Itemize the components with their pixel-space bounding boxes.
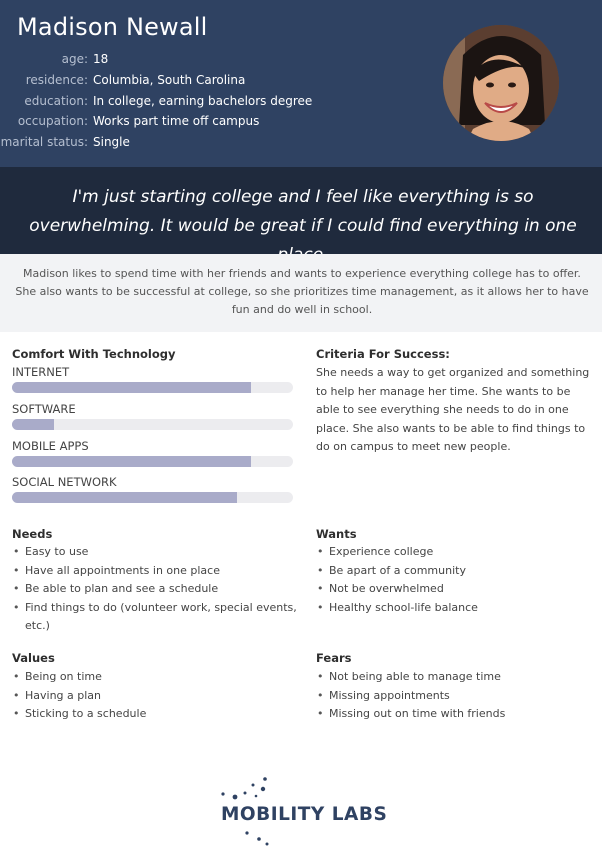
summary-band: Madison likes to spend time with her fri… xyxy=(0,254,602,332)
info-label: occupation: xyxy=(17,114,88,128)
values-title: Values xyxy=(12,651,55,665)
info-row-residence: residence: Columbia, South Carolina xyxy=(0,73,300,93)
quote-band: I'm just starting college and I feel lik… xyxy=(0,167,602,265)
mobility-labs-logo: MOBILITY LABS xyxy=(215,775,395,847)
wants-list: Experience college Be apart of a communi… xyxy=(316,543,596,617)
list-item: Experience college xyxy=(316,543,596,562)
info-label: age: xyxy=(61,52,88,66)
info-label: residence: xyxy=(25,73,88,87)
wants-title: Wants xyxy=(316,527,357,541)
list-item: Find things to do (volunteer work, speci… xyxy=(12,599,302,636)
fears-list: Not being able to manage time Missing ap… xyxy=(316,668,596,724)
avatar-portrait xyxy=(443,25,559,141)
info-row-education: education: In college, earning bachelors… xyxy=(0,94,312,114)
tech-bar-fill xyxy=(12,382,251,393)
tech-bar-fill xyxy=(12,492,237,503)
info-value: Works part time off campus xyxy=(93,114,260,128)
needs-list: Easy to use Have all appointments in one… xyxy=(12,543,302,636)
list-item: Not being able to manage time xyxy=(316,668,596,687)
persona-summary: Madison likes to spend time with her fri… xyxy=(15,267,589,316)
list-item: Missing appointments xyxy=(316,687,596,706)
tech-bar-internet xyxy=(12,382,293,393)
tech-bar-fill xyxy=(12,419,55,430)
list-item: Easy to use xyxy=(12,543,302,562)
info-value: Single xyxy=(93,135,130,149)
tech-bar-software xyxy=(12,419,293,430)
fears-title: Fears xyxy=(316,651,352,665)
tech-bar-social-network xyxy=(12,492,293,503)
info-row-marital-status: marital status: Single xyxy=(0,135,300,155)
tech-label-social-network: SOCIAL NETWORK xyxy=(12,475,117,489)
list-item: Be apart of a community xyxy=(316,562,596,581)
list-item: Being on time xyxy=(12,668,302,687)
info-row-age: age: 18 xyxy=(0,52,300,72)
tech-label-internet: INTERNET xyxy=(12,365,70,379)
list-item: Sticking to a schedule xyxy=(12,705,302,724)
persona-name: Madison Newall xyxy=(17,13,208,41)
tech-label-software: SOFTWARE xyxy=(12,402,76,416)
logo-text: MOBILITY LABS xyxy=(221,804,388,825)
list-item: Having a plan xyxy=(12,687,302,706)
criteria-text: She needs a way to get organized and som… xyxy=(316,366,590,453)
persona-header: Madison Newall age: 18 residence: Columb… xyxy=(0,0,602,167)
technology-title: Comfort With Technology xyxy=(12,347,176,361)
info-value: Columbia, South Carolina xyxy=(93,73,246,87)
info-label: education: xyxy=(24,94,88,108)
tech-bar-mobile-apps xyxy=(12,456,293,467)
avatar xyxy=(443,25,559,141)
info-label: marital status: xyxy=(0,135,88,149)
info-value: 18 xyxy=(93,52,109,66)
needs-title: Needs xyxy=(12,527,53,541)
list-item: Have all appointments in one place xyxy=(12,562,302,581)
list-item: Missing out on time with friends xyxy=(316,705,596,724)
criteria-title: Criteria For Success: xyxy=(316,347,450,361)
tech-bar-fill xyxy=(12,456,251,467)
list-item: Not be overwhelmed xyxy=(316,580,596,599)
list-item: Healthy school-life balance xyxy=(316,599,596,618)
tech-label-mobile-apps: MOBILE APPS xyxy=(12,439,89,453)
values-list: Being on time Having a plan Sticking to … xyxy=(12,668,302,724)
info-row-occupation: occupation: Works part time off campus xyxy=(0,114,300,134)
info-value: In college, earning bachelors degree xyxy=(93,94,313,108)
list-item: Be able to plan and see a schedule xyxy=(12,580,302,599)
